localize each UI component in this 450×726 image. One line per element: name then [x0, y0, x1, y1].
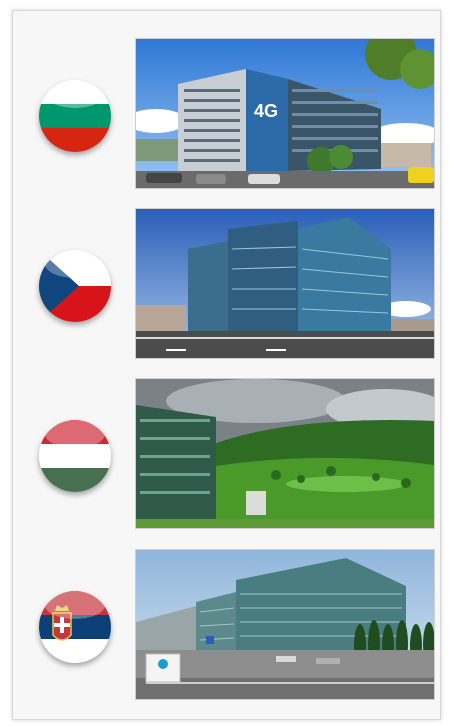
- country-label: Hungary: [13, 378, 14, 379]
- country-label: Serbia: [13, 549, 14, 550]
- serbia-flag-icon: [39, 591, 111, 663]
- office-row-bulgaria: 4G Bulgaria: [13, 38, 440, 190]
- country-label: Bulgaria: [13, 38, 14, 39]
- office-gallery-panel: 4G Bulgaria: [12, 10, 441, 720]
- office-photo-czech: [135, 208, 435, 359]
- office-photo-bulgaria: 4G: [135, 38, 435, 189]
- office-photo-serbia: [135, 549, 435, 700]
- bulgaria-flag-icon: [39, 80, 111, 152]
- country-label: Czech Republic: [13, 208, 14, 209]
- office-row-serbia: Serbia: [13, 549, 440, 701]
- office-row-hungary: Hungary: [13, 378, 440, 530]
- czech-flag-icon: [39, 250, 111, 322]
- hungary-flag-icon: [39, 420, 111, 492]
- billboard-text: 4G: [254, 101, 278, 121]
- office-photo-hungary: [135, 378, 435, 529]
- office-row-czech: Czech Republic: [13, 208, 440, 360]
